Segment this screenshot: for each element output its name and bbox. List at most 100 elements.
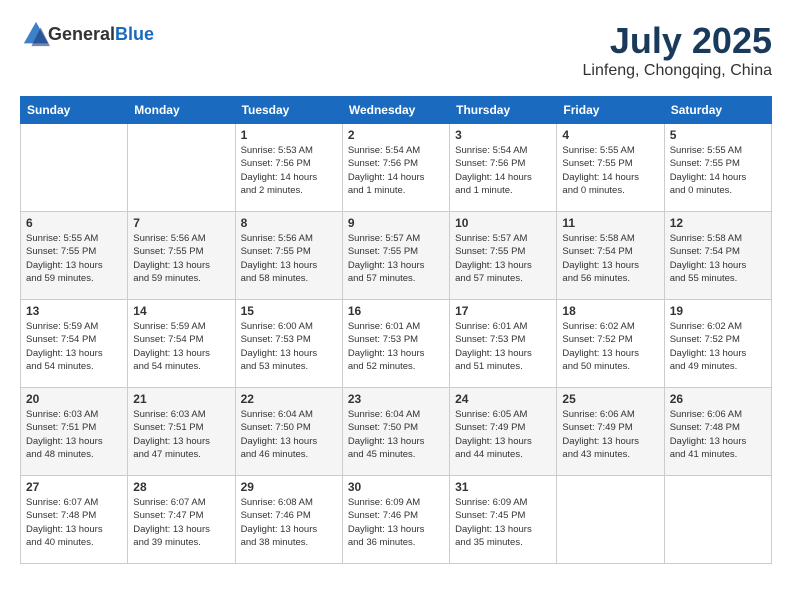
weekday-header: Tuesday <box>235 97 342 124</box>
day-info: Sunrise: 6:09 AM Sunset: 7:45 PM Dayligh… <box>455 496 551 549</box>
calendar-cell: 29Sunrise: 6:08 AM Sunset: 7:46 PM Dayli… <box>235 476 342 564</box>
calendar-cell <box>128 124 235 212</box>
day-number: 8 <box>241 216 337 230</box>
calendar-cell: 16Sunrise: 6:01 AM Sunset: 7:53 PM Dayli… <box>342 300 449 388</box>
day-info: Sunrise: 6:03 AM Sunset: 7:51 PM Dayligh… <box>133 408 229 461</box>
calendar-cell: 20 Sunrise: 6:03 AM Sunset: 7:51 PM Dayli… <box>21 388 128 476</box>
weekday-header-row: SundayMondayTuesdayWednesdayThursdayFrid… <box>21 97 772 124</box>
day-info: Sunrise: 6:02 AM Sunset: 7:52 PM Dayligh… <box>670 320 766 373</box>
day-number: 15 <box>241 304 337 318</box>
day-info: Sunrise: 5:59 AM Sunset: 7:54 PM Dayligh… <box>26 320 122 373</box>
calendar-cell: 13 Sunrise: 5:59 AM Sunset: 7:54 PM Dayli… <box>21 300 128 388</box>
calendar-cell: 3 Sunrise: 5:54 AM Sunset: 7:56 PM Daylig… <box>450 124 557 212</box>
day-info: Sunrise: 5:58 AM Sunset: 7:54 PM Dayligh… <box>670 232 766 285</box>
day-number: 23 <box>348 392 444 406</box>
day-number: 25 <box>562 392 658 406</box>
day-number: 4 <box>562 128 658 142</box>
calendar-cell <box>664 476 771 564</box>
day-info: Sunrise: 5:57 AM Sunset: 7:55 PM Dayligh… <box>455 232 551 285</box>
day-number: 24 <box>455 392 551 406</box>
calendar-cell: 31 Sunrise: 6:09 AM Sunset: 7:45 PM Dayli… <box>450 476 557 564</box>
calendar-cell: 1 Sunrise: 5:53 AM Sunset: 7:56 PM Daylig… <box>235 124 342 212</box>
logo: GeneralBlue <box>20 20 154 48</box>
day-number: 30 <box>348 480 444 494</box>
calendar-cell: 2 Sunrise: 5:54 AM Sunset: 7:56 PM Daylig… <box>342 124 449 212</box>
day-info: Sunrise: 6:05 AM Sunset: 7:49 PM Dayligh… <box>455 408 551 461</box>
day-info: Sunrise: 6:01 AM Sunset: 7:53 PM Dayligh… <box>348 320 444 373</box>
day-info: Sunrise: 5:59 AM Sunset: 7:54 PM Dayligh… <box>133 320 229 373</box>
month-title: July 2025 <box>583 20 772 62</box>
calendar-cell: 26Sunrise: 6:06 AM Sunset: 7:48 PM Dayli… <box>664 388 771 476</box>
calendar-cell: 6 Sunrise: 5:55 AM Sunset: 7:55 PM Daylig… <box>21 212 128 300</box>
calendar-cell: 8 Sunrise: 5:56 AM Sunset: 7:55 PM Daylig… <box>235 212 342 300</box>
day-number: 6 <box>26 216 122 230</box>
day-number: 21 <box>133 392 229 406</box>
calendar-cell: 30 Sunrise: 6:09 AM Sunset: 7:46 PM Dayli… <box>342 476 449 564</box>
calendar-cell: 28 Sunrise: 6:07 AM Sunset: 7:47 PM Dayli… <box>128 476 235 564</box>
day-number: 17 <box>455 304 551 318</box>
weekday-header: Thursday <box>450 97 557 124</box>
day-info: Sunrise: 6:09 AM Sunset: 7:46 PM Dayligh… <box>348 496 444 549</box>
day-number: 7 <box>133 216 229 230</box>
calendar-week-row: 27Sunrise: 6:07 AM Sunset: 7:48 PM Dayli… <box>21 476 772 564</box>
calendar-cell <box>21 124 128 212</box>
day-number: 10 <box>455 216 551 230</box>
day-number: 20 <box>26 392 122 406</box>
day-number: 12 <box>670 216 766 230</box>
location-title: Linfeng, Chongqing, China <box>583 62 772 80</box>
calendar-cell: 9Sunrise: 5:57 AM Sunset: 7:55 PM Daylig… <box>342 212 449 300</box>
day-info: Sunrise: 6:08 AM Sunset: 7:46 PM Dayligh… <box>241 496 337 549</box>
logo-icon <box>22 20 50 48</box>
weekday-header: Sunday <box>21 97 128 124</box>
calendar-cell: 24 Sunrise: 6:05 AM Sunset: 7:49 PM Dayli… <box>450 388 557 476</box>
day-info: Sunrise: 6:07 AM Sunset: 7:47 PM Dayligh… <box>133 496 229 549</box>
calendar-week-row: 6 Sunrise: 5:55 AM Sunset: 7:55 PM Daylig… <box>21 212 772 300</box>
day-info: Sunrise: 6:00 AM Sunset: 7:53 PM Dayligh… <box>241 320 337 373</box>
logo-general-text: General <box>48 24 115 44</box>
day-number: 26 <box>670 392 766 406</box>
day-info: Sunrise: 6:07 AM Sunset: 7:48 PM Dayligh… <box>26 496 122 549</box>
day-info: Sunrise: 6:03 AM Sunset: 7:51 PM Dayligh… <box>26 408 122 461</box>
day-info: Sunrise: 6:06 AM Sunset: 7:49 PM Dayligh… <box>562 408 658 461</box>
calendar-cell <box>557 476 664 564</box>
day-info: Sunrise: 5:55 AM Sunset: 7:55 PM Dayligh… <box>670 144 766 197</box>
day-number: 28 <box>133 480 229 494</box>
day-info: Sunrise: 5:54 AM Sunset: 7:56 PM Dayligh… <box>455 144 551 197</box>
calendar-cell: 25 Sunrise: 6:06 AM Sunset: 7:49 PM Dayli… <box>557 388 664 476</box>
calendar-cell: 15 Sunrise: 6:00 AM Sunset: 7:53 PM Dayli… <box>235 300 342 388</box>
calendar-cell: 14 Sunrise: 5:59 AM Sunset: 7:54 PM Dayli… <box>128 300 235 388</box>
day-number: 1 <box>241 128 337 142</box>
calendar-cell: 18Sunrise: 6:02 AM Sunset: 7:52 PM Dayli… <box>557 300 664 388</box>
day-number: 9 <box>348 216 444 230</box>
calendar-cell: 21 Sunrise: 6:03 AM Sunset: 7:51 PM Dayli… <box>128 388 235 476</box>
day-info: Sunrise: 6:01 AM Sunset: 7:53 PM Dayligh… <box>455 320 551 373</box>
calendar-week-row: 20 Sunrise: 6:03 AM Sunset: 7:51 PM Dayli… <box>21 388 772 476</box>
day-info: Sunrise: 5:54 AM Sunset: 7:56 PM Dayligh… <box>348 144 444 197</box>
calendar-cell: 11 Sunrise: 5:58 AM Sunset: 7:54 PM Dayli… <box>557 212 664 300</box>
weekday-header: Monday <box>128 97 235 124</box>
calendar-cell: 5Sunrise: 5:55 AM Sunset: 7:55 PM Daylig… <box>664 124 771 212</box>
day-info: Sunrise: 5:55 AM Sunset: 7:55 PM Dayligh… <box>562 144 658 197</box>
day-info: Sunrise: 5:56 AM Sunset: 7:55 PM Dayligh… <box>241 232 337 285</box>
day-number: 18 <box>562 304 658 318</box>
calendar-week-row: 1 Sunrise: 5:53 AM Sunset: 7:56 PM Daylig… <box>21 124 772 212</box>
calendar-cell: 19 Sunrise: 6:02 AM Sunset: 7:52 PM Dayli… <box>664 300 771 388</box>
page-header: GeneralBlue July 2025 Linfeng, Chongqing… <box>20 20 772 80</box>
day-number: 13 <box>26 304 122 318</box>
day-info: Sunrise: 5:56 AM Sunset: 7:55 PM Dayligh… <box>133 232 229 285</box>
calendar-cell: 23 Sunrise: 6:04 AM Sunset: 7:50 PM Dayli… <box>342 388 449 476</box>
day-number: 14 <box>133 304 229 318</box>
day-info: Sunrise: 5:58 AM Sunset: 7:54 PM Dayligh… <box>562 232 658 285</box>
weekday-header: Saturday <box>664 97 771 124</box>
day-info: Sunrise: 6:04 AM Sunset: 7:50 PM Dayligh… <box>348 408 444 461</box>
calendar-cell: 4 Sunrise: 5:55 AM Sunset: 7:55 PM Daylig… <box>557 124 664 212</box>
day-number: 19 <box>670 304 766 318</box>
calendar-cell: 10 Sunrise: 5:57 AM Sunset: 7:55 PM Dayli… <box>450 212 557 300</box>
day-info: Sunrise: 5:53 AM Sunset: 7:56 PM Dayligh… <box>241 144 337 197</box>
day-info: Sunrise: 5:55 AM Sunset: 7:55 PM Dayligh… <box>26 232 122 285</box>
day-number: 22 <box>241 392 337 406</box>
day-number: 31 <box>455 480 551 494</box>
day-number: 3 <box>455 128 551 142</box>
day-number: 2 <box>348 128 444 142</box>
day-number: 11 <box>562 216 658 230</box>
